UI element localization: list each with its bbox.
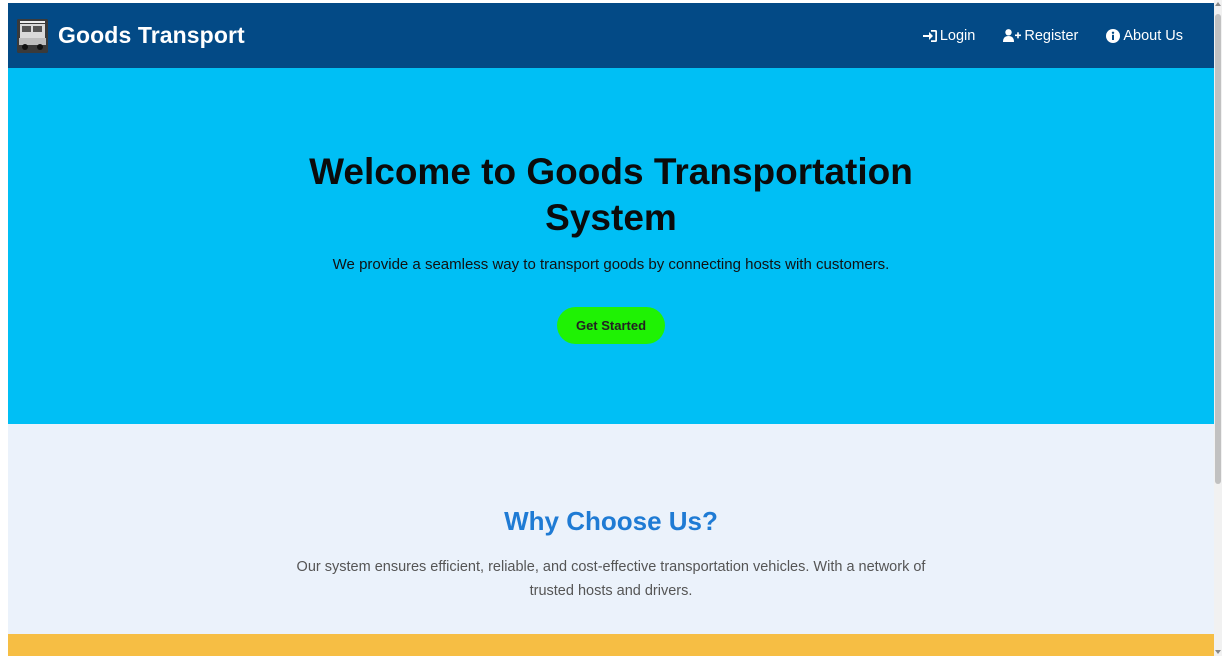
scrollbar-thumb[interactable] [1215, 14, 1221, 484]
navbar: Goods Transport Login Register About Us [8, 3, 1214, 68]
next-section-band [8, 634, 1214, 656]
nav-links: Login Register About Us [895, 28, 1183, 44]
nav-about-label: About Us [1123, 27, 1183, 44]
info-circle-icon [1106, 28, 1121, 43]
why-title: Why Choose Us? [504, 506, 718, 536]
sign-in-icon [922, 29, 937, 42]
nav-login-label: Login [939, 27, 976, 44]
brand-name: Goods Transport [58, 22, 245, 48]
nav-register-label: Register [1024, 27, 1079, 44]
page: Goods Transport Login Register About Us … [8, 3, 1214, 656]
scroll-up-arrow-icon[interactable] [1215, 2, 1221, 6]
hero-section: Welcome to Goods Transportation System W… [8, 68, 1214, 424]
hero-title: Welcome to Goods Transportation System [309, 151, 913, 238]
why-text: Our system ensures efficient, reliable, … [296, 559, 926, 599]
get-started-button[interactable]: Get Started [557, 307, 665, 344]
page-scrollbar[interactable] [1214, 0, 1222, 656]
scroll-down-arrow-icon[interactable] [1215, 650, 1221, 654]
truck-logo-icon [17, 18, 48, 53]
hero-subtitle: We provide a seamless way to transport g… [332, 256, 890, 273]
nav-login[interactable]: Login [922, 27, 976, 44]
nav-about[interactable]: About Us [1106, 28, 1183, 44]
nav-register[interactable]: Register [1003, 28, 1078, 44]
user-plus-icon [1003, 29, 1022, 42]
brand[interactable]: Goods Transport [17, 18, 245, 53]
why-choose-us-section: Why Choose Us? Our system ensures effici… [8, 424, 1214, 634]
